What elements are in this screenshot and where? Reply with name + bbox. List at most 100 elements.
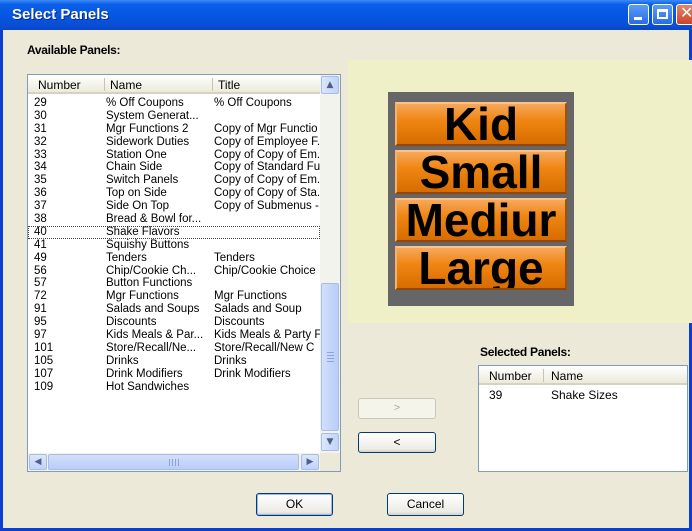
- preview-button-medium: Mediur: [395, 198, 567, 242]
- row-name: Shake Sizes: [551, 388, 618, 402]
- list-item[interactable]: 91 Salads and Soups Salads and Soup: [28, 303, 320, 316]
- list-item[interactable]: 29 % Off Coupons % Off Coupons: [28, 97, 320, 110]
- list-item[interactable]: 34 Chain Side Copy of Standard Fu: [28, 161, 320, 174]
- grip-line: [178, 459, 179, 466]
- scroll-up-button[interactable]: ▲: [321, 76, 339, 94]
- grip-line: [327, 361, 334, 362]
- add-panel-button[interactable]: >: [358, 398, 436, 419]
- list-item[interactable]: 97 Kids Meals & Par... Kids Meals & Party …: [28, 329, 320, 342]
- row-number: 95: [34, 316, 47, 329]
- column-separator[interactable]: [104, 78, 105, 91]
- panel-preview: Kid Small Mediur Large: [388, 92, 574, 306]
- column-header-name[interactable]: Name: [110, 78, 142, 92]
- list-item[interactable]: 95 Discounts Discounts: [28, 316, 320, 329]
- list-item[interactable]: 31 Mgr Functions 2 Copy of Mgr Functio: [28, 123, 320, 136]
- list-item[interactable]: 101 Store/Recall/Ne... Store/Recall/New C: [28, 342, 320, 355]
- row-number: 105: [34, 354, 54, 367]
- row-number: 37: [34, 200, 47, 213]
- list-item[interactable]: 107 Drink Modifiers Drink Modifiers: [28, 368, 320, 381]
- row-number: 32: [34, 135, 47, 148]
- row-title: Discounts: [214, 316, 265, 329]
- row-name: % Off Coupons: [106, 97, 184, 109]
- row-name: Hot Sandwiches: [106, 380, 190, 393]
- row-name: Discounts: [106, 316, 157, 329]
- list-item[interactable]: 49 Tenders Tenders: [28, 252, 320, 265]
- row-name: Salads and Soups: [106, 303, 200, 316]
- ok-button[interactable]: OK: [256, 493, 333, 516]
- arrow-right-icon: ▶: [306, 457, 314, 467]
- vertical-scrollbar[interactable]: ▲ ▼: [320, 75, 340, 453]
- horizontal-scrollbar[interactable]: ◀ ▶: [28, 453, 320, 471]
- list-item[interactable]: 33 Station One Copy of Copy of Em.: [28, 149, 320, 162]
- row-title: Copy of Copy of Sta.: [214, 187, 320, 200]
- row-name: Store/Recall/Ne...: [106, 341, 197, 354]
- list-item[interactable]: 39 Shake Sizes: [479, 387, 687, 404]
- row-title: Mgr Functions: [214, 290, 287, 303]
- column-separator[interactable]: [543, 369, 544, 382]
- row-title: Drink Modifiers: [214, 367, 291, 380]
- grip-line: [327, 355, 334, 356]
- list-item[interactable]: 30 System Generat...: [28, 110, 320, 123]
- row-title: Copy of Submenus -: [214, 200, 319, 213]
- column-header-name[interactable]: Name: [551, 369, 583, 383]
- list-item[interactable]: 38 Bread & Bowl for...: [28, 213, 320, 226]
- list-item[interactable]: 105 Drinks Drinks: [28, 355, 320, 368]
- available-panels-list[interactable]: Number Name Title 29 % Off Coupons % Off C…: [27, 74, 341, 472]
- column-separator[interactable]: [212, 78, 213, 91]
- list-item[interactable]: 36 Top on Side Copy of Copy of Sta.: [28, 187, 320, 200]
- maximize-icon: [657, 9, 668, 19]
- list-item[interactable]: 109 Hot Sandwiches: [28, 381, 320, 394]
- row-name: Bread & Bowl for...: [106, 213, 202, 226]
- list-header: Number Name Title: [28, 75, 320, 94]
- row-number: 34: [34, 161, 47, 174]
- preview-button-large: Large: [395, 246, 567, 290]
- window-title: Select Panels: [12, 6, 109, 23]
- scroll-down-button[interactable]: ▼: [321, 433, 339, 451]
- arrow-up-icon: ▲: [326, 80, 334, 90]
- column-header-number[interactable]: Number: [38, 78, 81, 92]
- row-name: Sidework Duties: [106, 135, 190, 148]
- maximize-button[interactable]: [652, 4, 673, 25]
- available-panels-label: Available Panels:: [27, 43, 121, 57]
- available-rows: 29 % Off Coupons % Off Coupons 30 System Gen…: [28, 97, 320, 393]
- column-header-number[interactable]: Number: [489, 369, 532, 383]
- scroll-left-button[interactable]: ◀: [29, 454, 47, 470]
- row-name: Station One: [106, 148, 167, 161]
- close-button[interactable]: ✕: [676, 3, 692, 25]
- minimize-button[interactable]: [628, 4, 649, 25]
- selected-panels-list[interactable]: Number Name 39 Shake Sizes: [478, 365, 688, 472]
- row-title: Copy of Copy of Em.: [214, 148, 320, 161]
- arrow-down-icon: ▼: [326, 437, 334, 447]
- row-name: Mgr Functions: [106, 290, 179, 303]
- row-title: Copy of Mgr Functio: [214, 122, 318, 135]
- horizontal-scroll-thumb[interactable]: [48, 454, 299, 470]
- cancel-button[interactable]: Cancel: [387, 493, 464, 516]
- title-bar[interactable]: Select Panels ✕: [0, 0, 692, 30]
- row-name: Squishy Buttons: [106, 238, 190, 251]
- list-item[interactable]: 32 Sidework Duties Copy of Employee F.: [28, 136, 320, 149]
- grip-line: [327, 352, 334, 353]
- row-name: Shake Flavors: [106, 225, 180, 238]
- row-name: Tenders: [106, 251, 147, 264]
- remove-panel-button[interactable]: <: [358, 432, 436, 453]
- list-item[interactable]: 37 Side On Top Copy of Submenus -: [28, 200, 320, 213]
- list-item[interactable]: 35 Switch Panels Copy of Copy of Em.: [28, 174, 320, 187]
- scroll-thumb[interactable]: [321, 283, 339, 431]
- minimize-icon: [634, 17, 642, 20]
- list-item[interactable]: 72 Mgr Functions Mgr Functions: [28, 290, 320, 303]
- row-title: Store/Recall/New C: [214, 341, 315, 354]
- list-item[interactable]: 56 Chip/Cookie Ch... Chip/Cookie Choice: [28, 265, 320, 278]
- column-header-title[interactable]: Title: [218, 78, 240, 92]
- grip-line: [172, 459, 173, 466]
- row-title: Copy of Employee F.: [214, 135, 320, 148]
- scroll-right-button[interactable]: ▶: [301, 454, 319, 470]
- list-item[interactable]: 41 Squishy Buttons: [28, 239, 320, 252]
- list-item[interactable]: 57 Button Functions: [28, 277, 320, 290]
- row-number: 31: [34, 122, 47, 135]
- list-item[interactable]: 40 Shake Flavors: [28, 225, 320, 239]
- row-name: Drinks: [106, 354, 139, 367]
- row-name: Chip/Cookie Ch...: [106, 264, 197, 277]
- row-name: Kids Meals & Par...: [106, 329, 204, 342]
- row-number: 29: [34, 97, 47, 109]
- row-number: 49: [34, 251, 47, 264]
